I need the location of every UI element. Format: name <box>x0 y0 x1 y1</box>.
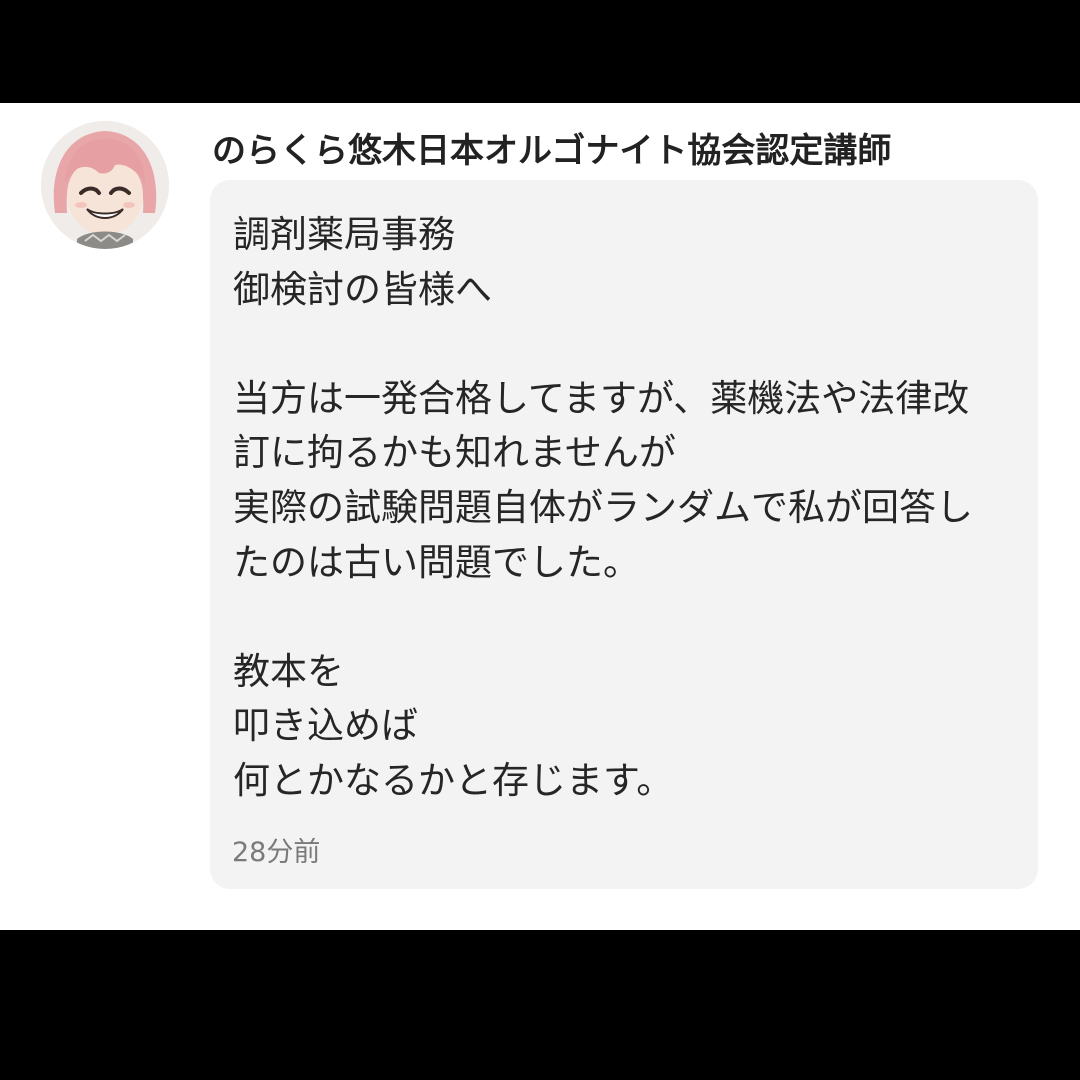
message-bubble: 調剤薬局事務 御検討の皆様へ 当方は一発合格してますが、薬機法や法律改 訂に拘る… <box>210 180 1038 889</box>
message-line <box>233 590 1023 645</box>
screenshot-frame: のらくら悠木日本オルゴナイト協会認定講師 調剤薬局事務 御検討の皆様へ 当方は一… <box>0 0 1080 1080</box>
message-line: 御検討の皆様へ <box>233 267 492 311</box>
message-line: 当方は一発合格してますが、薬機法や法律改 <box>233 376 970 420</box>
message-text: 調剤薬局事務 御検討の皆様へ 当方は一発合格してますが、薬機法や法律改 訂に拘る… <box>233 208 1023 809</box>
message-line: 調剤薬局事務 <box>233 213 455 256</box>
message-line: たのは古い問題でした。 <box>233 540 640 584</box>
message-line: 叩き込めば <box>233 704 418 748</box>
message-line <box>233 317 1023 372</box>
anime-girl-avatar-icon <box>41 121 169 249</box>
timestamp: 28分前 <box>232 837 321 868</box>
message-line: 実際の試験問題自体がランダムで私が回答し <box>233 485 973 529</box>
message-line: 訂に拘るかも知れませんが <box>233 431 676 475</box>
message-line: 何とかなるかと存じます。 <box>233 758 674 802</box>
avatar[interactable] <box>41 121 169 249</box>
message-line: 教本を <box>233 649 344 693</box>
comment-row: のらくら悠木日本オルゴナイト協会認定講師 調剤薬局事務 御検討の皆様へ 当方は一… <box>0 103 1080 930</box>
author-name[interactable]: のらくら悠木日本オルゴナイト協会認定講師 <box>212 123 891 172</box>
